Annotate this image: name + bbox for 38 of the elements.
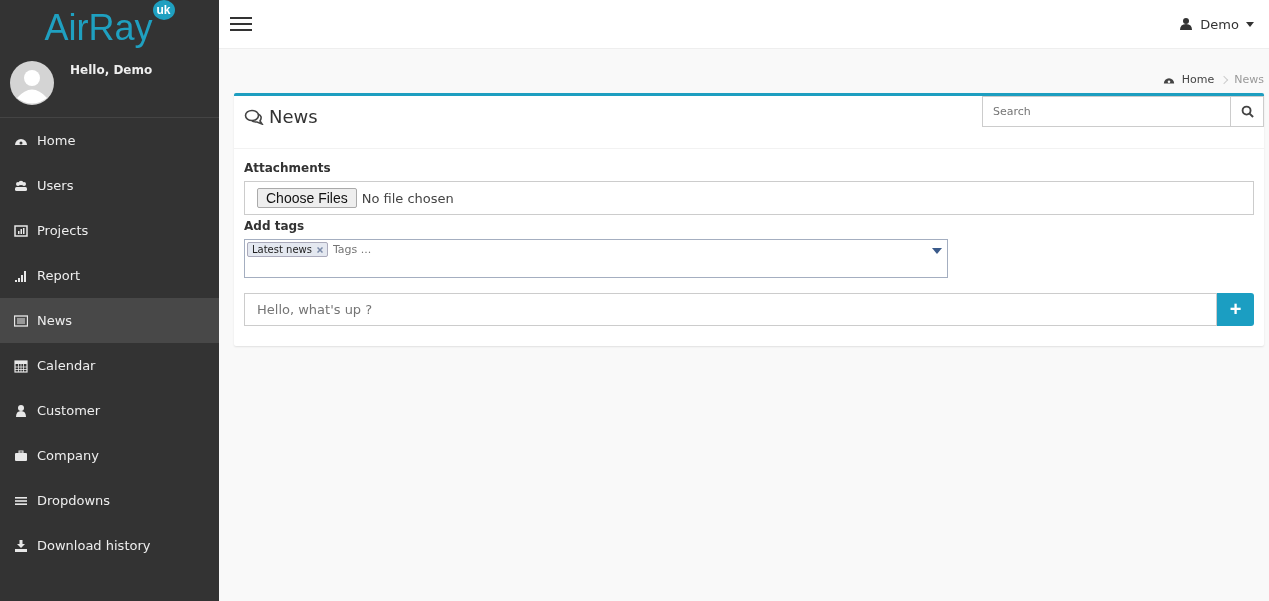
comments-icon	[244, 108, 264, 125]
field-label: Add tags	[244, 219, 306, 233]
user-menu[interactable]: Demo	[1179, 16, 1254, 32]
search-icon	[1240, 105, 1254, 118]
sidebar-item[interactable]: Customer	[0, 388, 219, 433]
post-input[interactable]: Hello, what's up ?	[244, 293, 1217, 326]
field-label: Attachments	[244, 161, 332, 175]
calendar-icon	[14, 358, 28, 373]
signal-bars-icon	[14, 268, 28, 283]
choose-files-button[interactable]: Choose Files	[257, 188, 357, 208]
menu-icon[interactable]	[230, 16, 252, 32]
list-icon	[14, 313, 28, 328]
tag-chip: Latest news	[247, 242, 328, 257]
sidebar-item[interactable]: Calendar	[0, 343, 219, 388]
sidebar-item[interactable]: Dropdowns	[0, 478, 219, 523]
caret-icon	[1246, 21, 1254, 27]
remove-icon[interactable]	[316, 246, 323, 253]
sidebar-item[interactable]: Company	[0, 433, 219, 478]
sidebar-item[interactable]: Download history	[0, 523, 219, 568]
dropdown-caret-icon[interactable]	[932, 248, 942, 254]
user-icon	[1179, 17, 1194, 31]
file-status: No file chosen	[361, 190, 454, 206]
sidebar-item[interactable]: Users	[0, 163, 219, 208]
bar-chart-icon	[14, 223, 28, 238]
sidebar-item[interactable]: News	[0, 298, 219, 343]
sidebar-item[interactable]: Report	[0, 253, 219, 298]
greeting-text: Hello, Demo	[70, 63, 153, 77]
search-field[interactable]: Search	[982, 96, 1231, 127]
briefcase-icon	[14, 448, 28, 463]
search-button[interactable]	[1231, 96, 1264, 127]
sidebar-item[interactable]: Projects	[0, 208, 219, 253]
tags-field[interactable]: Latest news Tags ...	[244, 239, 948, 278]
panel-title: News	[269, 106, 318, 127]
avatar-icon	[10, 61, 54, 105]
download-icon	[14, 538, 28, 553]
sidebar-item[interactable]: Home	[0, 118, 219, 163]
user-icon	[14, 403, 28, 418]
breadcrumb-link[interactable]: Home	[1181, 73, 1215, 86]
